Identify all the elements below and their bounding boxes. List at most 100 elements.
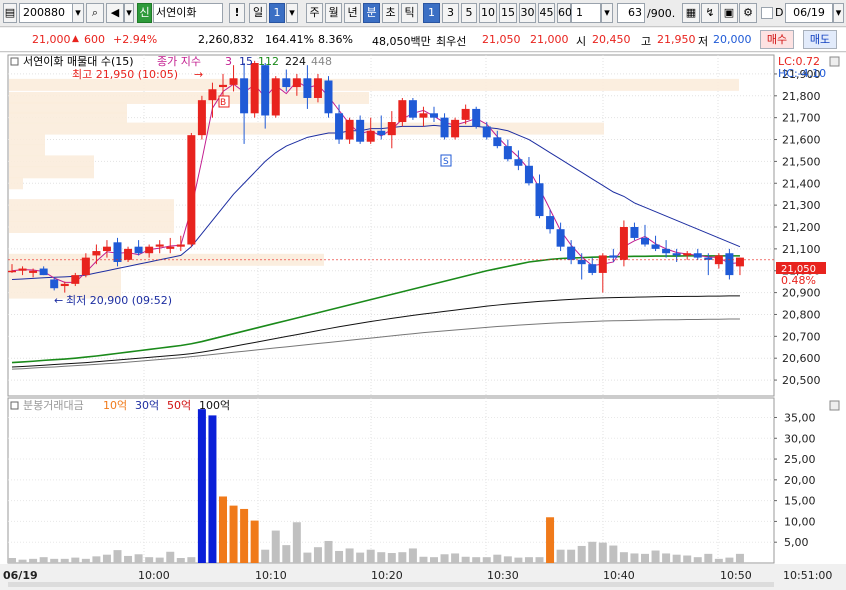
interval-tab-6[interactable]: 45 xyxy=(538,3,555,23)
candle-body-37 xyxy=(398,100,407,123)
candle-body-13 xyxy=(145,246,154,254)
candle-body-2 xyxy=(29,270,38,273)
price-tick-label-11: 20,800 xyxy=(782,308,821,321)
candle-body-15 xyxy=(166,246,175,249)
candle-body-20 xyxy=(219,84,227,88)
volume-bar-33 xyxy=(356,552,365,563)
candle-body-48 xyxy=(514,159,523,166)
ma-period-15: 15 xyxy=(239,55,253,68)
candle-body-46 xyxy=(493,137,502,147)
day-count[interactable]: 1 xyxy=(269,3,285,23)
volume-bar-45 xyxy=(482,557,491,563)
volume-bar-13 xyxy=(145,557,154,563)
period-tab-5[interactable]: 틱 xyxy=(401,3,418,23)
best-bid-1: 21,050 xyxy=(482,33,521,46)
interval-tab-0[interactable]: 1 xyxy=(423,3,440,23)
date-dropdown-icon[interactable]: ▾ xyxy=(833,3,844,23)
period-tab-3[interactable]: 분 xyxy=(363,3,380,23)
candle-body-8 xyxy=(92,251,101,256)
volume-panel-menu-icon[interactable] xyxy=(829,400,840,411)
grid-icon[interactable]: ▦ xyxy=(682,3,700,23)
price-tick-label-6: 21,300 xyxy=(782,199,821,212)
alert-button[interactable]: ! xyxy=(229,3,245,23)
zoom-input[interactable]: 63 xyxy=(617,3,645,23)
volume-bar-7 xyxy=(81,558,90,563)
candle-body-43 xyxy=(461,108,470,120)
candle-body-5 xyxy=(60,283,69,287)
volume-profile-band-9 xyxy=(9,177,23,190)
volume-profile-band-3 xyxy=(9,111,127,124)
volume-bar-28 xyxy=(303,552,312,563)
volume-bar-27 xyxy=(292,522,301,563)
volume-bar-2 xyxy=(29,558,38,563)
sound-dropdown-icon[interactable]: ▾ xyxy=(124,3,134,23)
price-chart-svg[interactable]: 21,90021,80021,70021,60021,50021,40021,3… xyxy=(0,53,846,587)
price-tick-label-13: 20,600 xyxy=(782,352,821,365)
interval-tab-7[interactable]: 60 xyxy=(557,3,572,23)
candle-body-34 xyxy=(366,130,375,142)
interval-tab-4[interactable]: 15 xyxy=(499,3,517,23)
volume-profile-band-6 xyxy=(9,144,45,157)
candle-body-51 xyxy=(546,216,555,230)
open-price: 20,450 xyxy=(592,33,631,46)
save-icon[interactable]: ▣ xyxy=(720,3,738,23)
volume-bar-25 xyxy=(271,530,280,563)
date-input[interactable]: 06/19 xyxy=(785,3,833,23)
volume-bar-40 xyxy=(430,557,438,563)
volume-bar-55 xyxy=(588,541,597,563)
stock-code-input[interactable]: 200880 xyxy=(19,3,73,23)
vol-legend-100: 100억 xyxy=(199,399,230,412)
change-percent: +2.94% xyxy=(113,33,158,46)
time-label-7: 10:51:00 xyxy=(783,569,832,582)
candle-body-54 xyxy=(577,259,586,265)
time-label-2: 10:10 xyxy=(255,569,287,582)
period-tab-2[interactable]: 년 xyxy=(344,3,361,23)
volume-bar-66 xyxy=(704,553,713,563)
volume-profile-band-14 xyxy=(9,264,121,277)
type-badge: 신 xyxy=(137,3,152,23)
volume-bar-36 xyxy=(387,553,396,563)
candle-body-49 xyxy=(524,165,533,184)
interval-tab-2[interactable]: 5 xyxy=(461,3,477,23)
tab-day[interactable]: 일 xyxy=(249,3,267,23)
count-input[interactable]: 1 xyxy=(571,3,601,23)
low-arrow-icon: ← xyxy=(54,294,63,307)
volume-bar-38 xyxy=(408,548,417,563)
candle-body-30 xyxy=(324,80,333,114)
high-annotation: 최고 21,950 (10:05) xyxy=(72,68,178,81)
volume-legend-box-icon[interactable] xyxy=(10,401,19,410)
interval-tab-5[interactable]: 30 xyxy=(519,3,536,23)
sound-icon[interactable]: ◀ xyxy=(106,3,124,23)
volume-bar-4 xyxy=(50,558,59,563)
period-tab-0[interactable]: 주 xyxy=(306,3,323,23)
interval-tab-3[interactable]: 10 xyxy=(479,3,497,23)
day-dropdown-icon[interactable]: ▾ xyxy=(286,3,298,23)
legend-box-icon[interactable] xyxy=(10,57,19,66)
gear-icon[interactable]: ⚙ xyxy=(739,3,757,23)
period-tab-1[interactable]: 월 xyxy=(325,3,342,23)
buy-button[interactable]: 매수 xyxy=(760,30,794,49)
interval-tab-1[interactable]: 3 xyxy=(442,3,459,23)
count-dropdown-icon[interactable]: ▾ xyxy=(601,3,613,23)
candle-body-6 xyxy=(71,275,80,284)
candle-body-58 xyxy=(619,227,628,260)
date-checkbox[interactable] xyxy=(761,7,773,19)
price-tick-label-7: 21,200 xyxy=(782,221,821,234)
search-icon[interactable]: ⌕ xyxy=(86,3,104,23)
trend-icon[interactable]: ↯ xyxy=(701,3,719,23)
sell-button[interactable]: 매도 xyxy=(803,30,837,49)
candle-body-9 xyxy=(102,246,111,252)
candle-body-59 xyxy=(630,227,639,238)
volume-bar-18 xyxy=(197,409,206,563)
period-tab-4[interactable]: 초 xyxy=(382,3,399,23)
chart-area[interactable]: 21,900 21,800 21,700 21,600 21,500 21,400 21,3… xyxy=(0,53,846,587)
code-dropdown-icon[interactable]: ▾ xyxy=(72,3,84,23)
chart-icon[interactable]: ▤ xyxy=(3,3,17,23)
high-label: 고 xyxy=(641,35,652,48)
current-price: 21,000 xyxy=(32,33,71,46)
ma-period-448: 448 xyxy=(311,55,332,68)
candle-body-22 xyxy=(240,78,249,114)
price-panel-menu-icon[interactable] xyxy=(829,56,840,67)
volume-bar-32 xyxy=(345,548,354,563)
volume-bar-14 xyxy=(155,557,164,563)
